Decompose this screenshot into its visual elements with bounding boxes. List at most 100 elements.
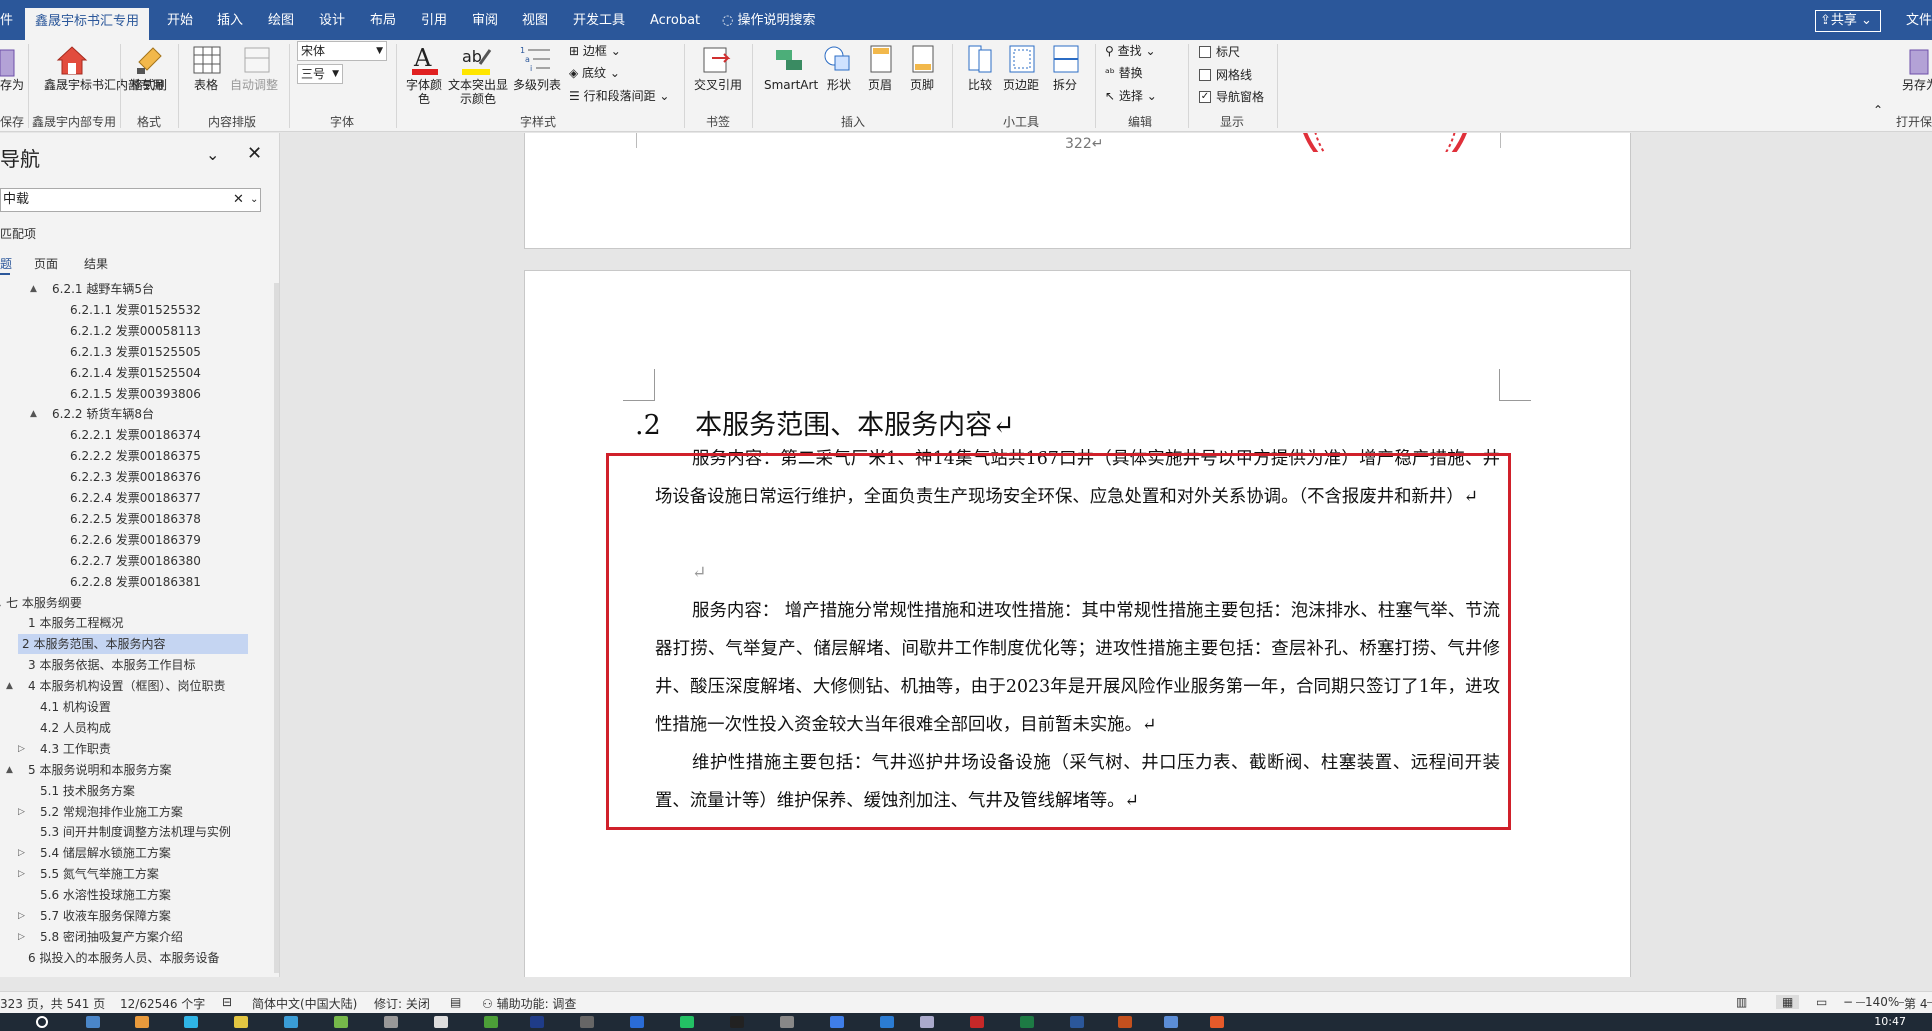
nav-pane-checkbox[interactable]: ✓ bbox=[1199, 91, 1211, 103]
nav-tree-item[interactable]: 6.2.2.3 发票00186376 bbox=[70, 467, 201, 487]
expand-toggle-icon[interactable]: ▲ bbox=[30, 284, 37, 294]
line-spacing-button[interactable]: ☰ 行和段落间距 ⌄ bbox=[569, 89, 669, 103]
tab-layout[interactable]: 布局 bbox=[370, 10, 396, 32]
taskbar-clock[interactable]: 10:47 bbox=[1874, 1015, 1906, 1028]
clear-search-icon[interactable]: ✕ bbox=[233, 189, 244, 211]
nav-tree-item[interactable]: 6.2.1.5 发票00393806 bbox=[70, 384, 201, 404]
app-icon[interactable] bbox=[384, 1016, 398, 1028]
font-color-button[interactable]: 字体颜色 bbox=[406, 78, 442, 106]
nav-tree-item[interactable]: 5.8 密闭抽吸复产方案介绍 bbox=[40, 927, 183, 947]
margins-button[interactable]: 页边距 bbox=[1003, 78, 1039, 92]
nav-tree-item[interactable]: 6.2.1.4 发票01525504 bbox=[70, 363, 201, 383]
app-icon[interactable] bbox=[1070, 1016, 1084, 1028]
nav-tree-item[interactable]: 6.2.2.8 发票00186381 bbox=[70, 572, 201, 592]
status-page[interactable]: 323 页，共 541 页 bbox=[0, 995, 105, 1012]
nav-search-input[interactable]: 中载 ✕ ⌄ bbox=[0, 188, 261, 212]
nav-tree-item[interactable]: 七 本服务纲要 bbox=[6, 593, 82, 613]
nav-tree-item[interactable]: 5 本服务说明和本服务方案 bbox=[28, 760, 171, 780]
tab-file[interactable]: 件 bbox=[0, 10, 13, 32]
auto-adjust-button[interactable]: 自动调整 bbox=[230, 78, 278, 92]
close-icon[interactable]: ✕ bbox=[247, 143, 262, 164]
nav-tree-item[interactable]: 6.2.2.6 发票00186379 bbox=[70, 530, 201, 550]
nav-tree-item[interactable]: 6.2.2 轿货车辆8台 bbox=[52, 404, 154, 424]
expand-toggle-icon[interactable]: ▲ bbox=[6, 765, 13, 775]
nav-tab-results[interactable]: 结果 bbox=[84, 255, 108, 272]
app-icon[interactable] bbox=[1164, 1016, 1178, 1028]
proofing-icon[interactable]: ⊟ bbox=[222, 995, 232, 1009]
nav-tree-item[interactable]: 5.6 水溶性投球施工方案 bbox=[40, 885, 171, 905]
nav-tree-item[interactable]: 4.3 工作职责 bbox=[40, 739, 111, 759]
expand-toggle-icon[interactable]: ▷ bbox=[18, 911, 25, 921]
app-icon[interactable] bbox=[86, 1016, 100, 1028]
footer-button[interactable]: 页脚 bbox=[910, 78, 934, 92]
nav-scrollbar[interactable] bbox=[274, 283, 279, 973]
tab-home[interactable]: 开始 bbox=[167, 10, 193, 32]
zoom-level[interactable]: 140% bbox=[1865, 995, 1900, 1009]
app-icon[interactable] bbox=[1118, 1016, 1132, 1028]
chevron-down-icon[interactable]: ⌄ bbox=[206, 145, 219, 164]
compare-button[interactable]: 比较 bbox=[968, 78, 992, 92]
macro-icon[interactable]: ▤ bbox=[450, 995, 461, 1009]
section-heading[interactable]: .2 本服务范围、本服务内容↵ bbox=[635, 403, 1015, 442]
tab-references[interactable]: 引用 bbox=[421, 10, 447, 32]
save-as-label[interactable]: 存为 bbox=[0, 78, 24, 92]
expand-toggle-icon[interactable]: ▲ bbox=[0, 598, 1, 608]
nav-tree-item[interactable]: 4.2 人员构成 bbox=[40, 718, 111, 738]
tab-insert[interactable]: 插入 bbox=[217, 10, 243, 32]
tab-acrobat[interactable]: Acrobat bbox=[650, 10, 700, 32]
nav-tree-item[interactable]: 4.1 机构设置 bbox=[40, 697, 111, 717]
search-icon[interactable] bbox=[36, 1016, 48, 1028]
cross-reference-button[interactable]: 交叉引用 bbox=[694, 78, 742, 92]
share-button[interactable]: ⇪共享 ⌄ bbox=[1815, 10, 1881, 32]
nav-tree-item[interactable]: 5.3 间开井制度调整方法机理与实例 bbox=[40, 822, 231, 842]
expand-toggle-icon[interactable]: ▷ bbox=[18, 848, 25, 858]
chevron-down-icon[interactable]: ⌄ bbox=[250, 189, 258, 211]
nav-tree-item[interactable]: 6.2.1.1 发票01525532 bbox=[70, 300, 201, 320]
nav-tree-item[interactable]: 3 本服务依据、本服务工作目标 bbox=[28, 655, 195, 675]
nav-tree-item[interactable]: 5.2 常规泡排作业施工方案 bbox=[40, 802, 183, 822]
nav-tree-item[interactable]: 6.2.1.3 发票01525505 bbox=[70, 342, 201, 362]
app-icon[interactable] bbox=[830, 1016, 844, 1028]
find-button[interactable]: ⚲ 查找 ⌄ bbox=[1105, 44, 1156, 58]
nav-tree-item[interactable]: 6.2.2.4 发票00186377 bbox=[70, 488, 201, 508]
nav-tree-item[interactable]: 1 本服务工程概况 bbox=[28, 613, 123, 633]
smartart-button[interactable]: SmartArt bbox=[764, 78, 818, 92]
nav-tree-item[interactable]: 6.2.2.5 发票00186378 bbox=[70, 509, 201, 529]
highlight-button[interactable]: 文本突出显示颜色 bbox=[448, 78, 508, 106]
app-icon[interactable] bbox=[184, 1016, 198, 1028]
nav-tree-item[interactable]: 6.2.2.7 发票00186380 bbox=[70, 551, 201, 571]
tell-me-search[interactable]: ◌ 操作说明搜索 bbox=[722, 10, 816, 32]
nav-tree-item[interactable]: 5.4 储层解水锁施工方案 bbox=[40, 843, 171, 863]
excel-icon[interactable] bbox=[1020, 1016, 1034, 1028]
app-icon[interactable] bbox=[334, 1016, 348, 1028]
app-icon[interactable] bbox=[135, 1016, 149, 1028]
web-layout-icon[interactable]: ▭ bbox=[1816, 995, 1827, 1009]
app-icon[interactable] bbox=[1210, 1016, 1224, 1028]
expand-toggle-icon[interactable]: ▷ bbox=[18, 869, 25, 879]
status-language[interactable]: 简体中文(中国大陆) bbox=[252, 995, 357, 1012]
ruler-checkbox[interactable] bbox=[1199, 46, 1211, 58]
app-icon[interactable] bbox=[434, 1016, 448, 1028]
print-layout-icon[interactable]: ▦ bbox=[1776, 995, 1800, 1009]
select-button[interactable]: ↖ 选择 ⌄ bbox=[1105, 89, 1157, 103]
app-icon[interactable] bbox=[630, 1016, 644, 1028]
shape-button[interactable]: 形状 bbox=[827, 78, 851, 92]
font-name-combo[interactable]: 宋体 ▼ bbox=[297, 41, 387, 61]
nav-tree-item[interactable]: 6.2.1.2 发票00058113 bbox=[70, 321, 201, 341]
app-icon[interactable] bbox=[580, 1016, 594, 1028]
multilevel-list-button[interactable]: 多级列表 bbox=[513, 78, 561, 92]
app-icon[interactable] bbox=[730, 1016, 744, 1028]
zoom-out-icon[interactable]: − bbox=[1843, 995, 1853, 1009]
app-icon[interactable] bbox=[284, 1016, 298, 1028]
nav-tab-pages[interactable]: 页面 bbox=[34, 255, 58, 272]
save-as-right-button[interactable]: 另存为 bbox=[1902, 78, 1932, 92]
tab-view[interactable]: 视图 bbox=[522, 10, 548, 32]
nav-tree-item[interactable]: 5.1 技术服务方案 bbox=[40, 781, 135, 801]
tab-file-right[interactable]: 文件 bbox=[1906, 10, 1932, 32]
app-icon[interactable] bbox=[920, 1016, 934, 1028]
format-painter-button[interactable]: 格式刷 bbox=[131, 78, 167, 92]
nav-tab-headings[interactable]: 题 bbox=[0, 255, 12, 272]
expand-toggle-icon[interactable]: ▲ bbox=[30, 409, 37, 419]
tab-design[interactable]: 设计 bbox=[319, 10, 345, 32]
nav-tree-item[interactable]: 6.2.1 越野车辆5台 bbox=[52, 279, 154, 299]
